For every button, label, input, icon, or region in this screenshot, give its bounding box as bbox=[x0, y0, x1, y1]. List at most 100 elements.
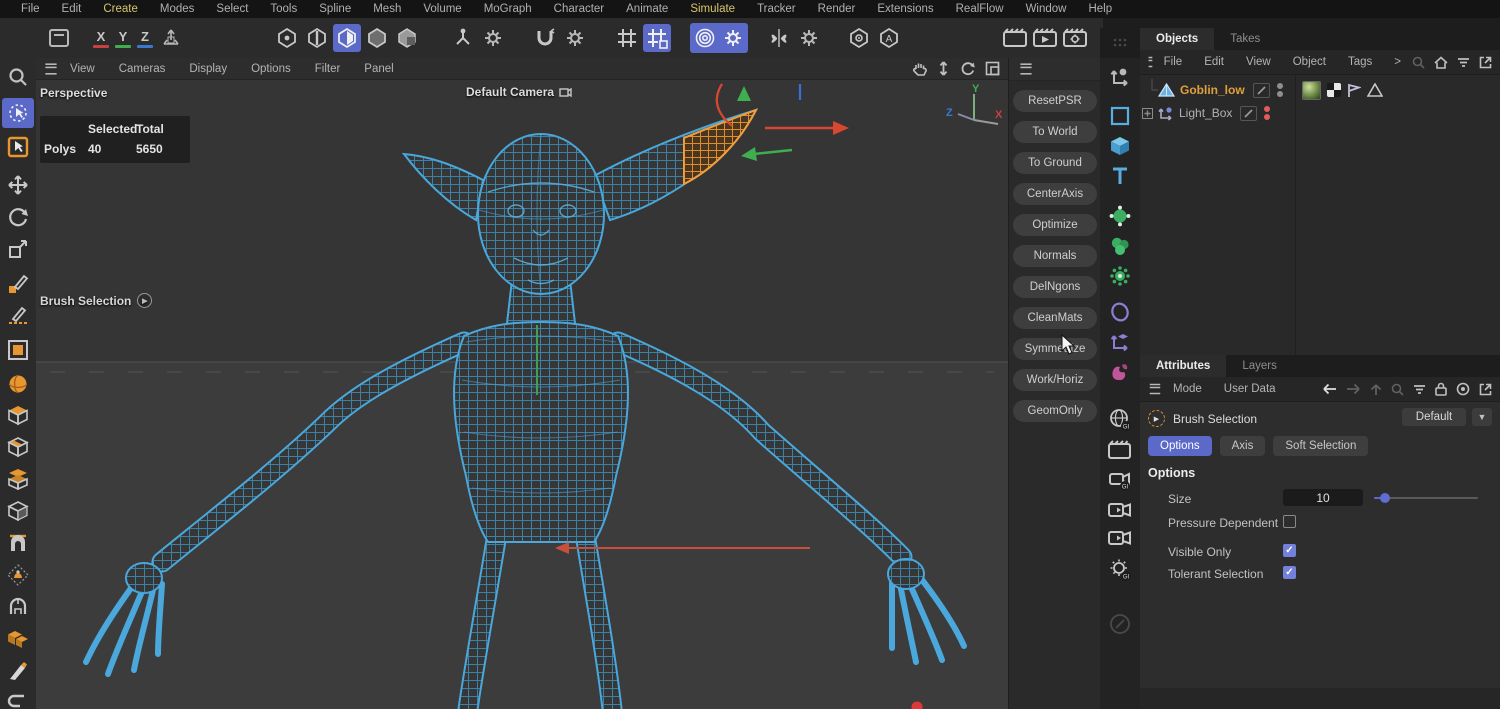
camera-gi-icon[interactable]: GI bbox=[1104, 466, 1136, 494]
filter-icon[interactable] bbox=[1457, 57, 1470, 68]
magnet-icon[interactable] bbox=[531, 24, 559, 52]
expand-icon[interactable] bbox=[1479, 56, 1492, 69]
menu-modes[interactable]: Modes bbox=[149, 3, 206, 15]
tab-axis[interactable]: Axis bbox=[1219, 436, 1266, 456]
movie-camera-2-icon[interactable] bbox=[1104, 524, 1136, 552]
rectangle-spline-icon[interactable] bbox=[1104, 102, 1136, 130]
grid-snap-icon[interactable] bbox=[613, 24, 641, 52]
menu-animate[interactable]: Animate bbox=[615, 3, 679, 15]
menu-spline[interactable]: Spline bbox=[308, 3, 362, 15]
attributes-menu-mode[interactable]: Mode bbox=[1162, 383, 1213, 395]
home-icon[interactable] bbox=[1434, 55, 1448, 69]
tab-objects[interactable]: Objects bbox=[1140, 28, 1215, 50]
annotate-icon[interactable]: A bbox=[875, 24, 903, 52]
visibility-dots[interactable] bbox=[1264, 106, 1271, 120]
symmetry-gear-icon[interactable] bbox=[795, 24, 823, 52]
orange-sphere-icon[interactable] bbox=[2, 369, 34, 399]
menu-tools[interactable]: Tools bbox=[259, 3, 308, 15]
to-ground-button[interactable]: To Ground bbox=[1013, 152, 1097, 174]
viewport-canvas[interactable]: Perspective Default Camera Selected Total… bbox=[36, 80, 1008, 709]
visible-only-checkbox[interactable] bbox=[1283, 544, 1296, 557]
objects-menu-edit[interactable]: Edit bbox=[1193, 56, 1235, 68]
up-arrow-icon[interactable] bbox=[1370, 383, 1382, 396]
background-icon[interactable] bbox=[1104, 436, 1136, 464]
viewport-menu-display[interactable]: Display bbox=[177, 63, 239, 75]
menu-help[interactable]: Help bbox=[1077, 3, 1123, 15]
filter-icon[interactable] bbox=[1413, 384, 1426, 395]
helmet-icon[interactable] bbox=[2, 592, 34, 622]
geomonly-button[interactable]: GeomOnly bbox=[1013, 400, 1097, 422]
to-world-button[interactable]: To World bbox=[1013, 121, 1097, 143]
symmetry-icon[interactable] bbox=[765, 24, 793, 52]
deformer-icon[interactable] bbox=[1104, 358, 1136, 386]
menu-render[interactable]: Render bbox=[807, 3, 867, 15]
viewport-menu-icon[interactable] bbox=[45, 62, 57, 75]
dolly-icon[interactable] bbox=[937, 61, 950, 76]
null-object-icon[interactable] bbox=[1104, 64, 1136, 92]
null-object-icon[interactable] bbox=[1157, 106, 1174, 121]
render-view-icon[interactable] bbox=[1001, 24, 1029, 52]
object-row-light-box[interactable]: Light_Box bbox=[1142, 102, 1271, 124]
forward-arrow-icon[interactable] bbox=[1346, 383, 1361, 395]
target-circles-icon[interactable] bbox=[691, 24, 719, 52]
camera-label[interactable]: Default Camera bbox=[466, 85, 572, 99]
normals-button[interactable]: Normals bbox=[1013, 245, 1097, 267]
edge-mode-icon[interactable] bbox=[303, 24, 331, 52]
menu-extensions[interactable]: Extensions bbox=[866, 3, 944, 15]
axis-lock-y-button[interactable]: Y bbox=[115, 25, 131, 51]
magnet-gear-icon[interactable] bbox=[561, 24, 589, 52]
edit-pencil-icon[interactable] bbox=[1240, 105, 1258, 121]
generator-gear-icon[interactable] bbox=[1104, 262, 1136, 290]
model-mode-icon[interactable] bbox=[363, 24, 391, 52]
knife-icon[interactable] bbox=[2, 656, 34, 686]
bell-icon[interactable] bbox=[2, 560, 34, 590]
menu-mesh[interactable]: Mesh bbox=[362, 3, 412, 15]
tab-soft-selection[interactable]: Soft Selection bbox=[1273, 436, 1369, 456]
menu-simulate[interactable]: Simulate bbox=[679, 3, 746, 15]
polygon-object-icon[interactable] bbox=[1158, 82, 1175, 98]
menu-tracker[interactable]: Tracker bbox=[746, 3, 807, 15]
objects-menu-more[interactable]: > bbox=[1383, 56, 1412, 68]
selection-tag[interactable] bbox=[1347, 83, 1361, 98]
menu-realflow[interactable]: RealFlow bbox=[945, 3, 1015, 15]
search-icon[interactable] bbox=[1412, 56, 1425, 69]
objects-menu-tags[interactable]: Tags bbox=[1337, 56, 1383, 68]
tab-takes[interactable]: Takes bbox=[1214, 28, 1276, 50]
menu-file[interactable]: File bbox=[10, 3, 51, 15]
menu-select[interactable]: Select bbox=[205, 3, 259, 15]
target-icon[interactable] bbox=[1456, 382, 1470, 396]
size-slider[interactable] bbox=[1374, 489, 1478, 506]
move-icon[interactable] bbox=[2, 170, 34, 200]
object-row-goblin-low[interactable]: Goblin_low bbox=[1146, 79, 1283, 101]
options-section-title[interactable]: Options bbox=[1148, 466, 1195, 480]
movie-camera-icon[interactable] bbox=[1104, 496, 1136, 524]
instance-icon[interactable] bbox=[1104, 328, 1136, 356]
cube-top-icon[interactable] bbox=[2, 400, 34, 430]
cleanmats-button[interactable]: CleanMats bbox=[1013, 307, 1097, 329]
cube-primitive-icon[interactable] bbox=[1104, 132, 1136, 160]
boxes-icon[interactable] bbox=[2, 624, 34, 654]
viewport-menu-options[interactable]: Options bbox=[239, 63, 303, 75]
cube-stack-icon[interactable] bbox=[2, 464, 34, 494]
attributes-menu-user-data[interactable]: User Data bbox=[1213, 383, 1287, 395]
size-input[interactable]: 10 bbox=[1283, 489, 1363, 506]
objects-menu-file[interactable]: File bbox=[1153, 56, 1194, 68]
kinematics-gear-icon[interactable] bbox=[479, 24, 507, 52]
objects-menu-view[interactable]: View bbox=[1235, 56, 1282, 68]
orbit-icon[interactable] bbox=[960, 61, 975, 76]
axis-lock-z-button[interactable]: Z bbox=[137, 25, 153, 51]
search-icon[interactable] bbox=[1391, 383, 1404, 396]
viewport-menu-view[interactable]: View bbox=[58, 63, 107, 75]
tab-layers[interactable]: Layers bbox=[1226, 355, 1293, 377]
arch-bevel-icon[interactable] bbox=[2, 528, 34, 558]
centeraxis-button[interactable]: CenterAxis bbox=[1013, 183, 1097, 205]
menu-volume[interactable]: Volume bbox=[412, 3, 472, 15]
play-circle-icon[interactable]: ▶ bbox=[137, 293, 153, 308]
orange-square-icon[interactable] bbox=[2, 335, 34, 365]
kinematics-icon[interactable] bbox=[449, 24, 477, 52]
work-horiz-button[interactable]: Work/Horiz bbox=[1013, 369, 1097, 391]
maximize-icon[interactable] bbox=[985, 61, 1000, 76]
object-name[interactable]: Light_Box bbox=[1179, 106, 1232, 120]
target-gear-icon[interactable] bbox=[719, 24, 747, 52]
symmetrize-button[interactable]: Symmetrize bbox=[1013, 338, 1097, 360]
